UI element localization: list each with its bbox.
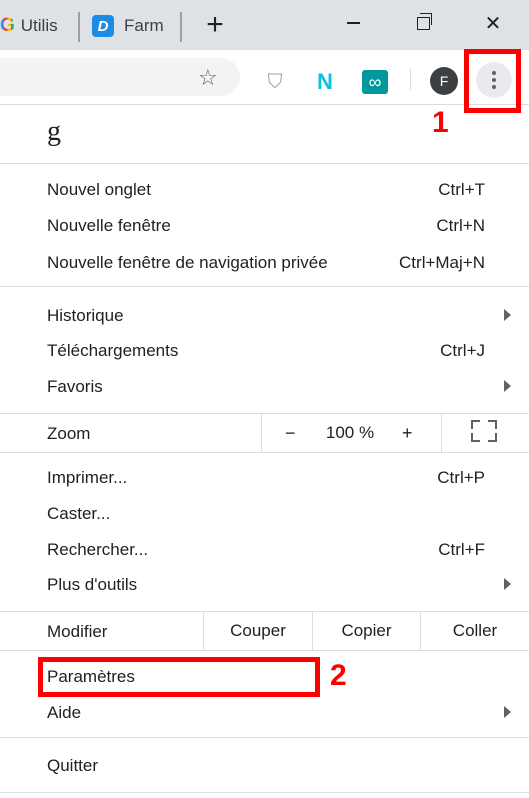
step-number-2: 2 — [330, 659, 347, 692]
bookmark-star-icon[interactable]: ☆ — [198, 67, 218, 89]
menu-item-downloads[interactable]: Téléchargements — [47, 341, 178, 361]
paste-button[interactable]: Coller — [421, 621, 529, 641]
shield-extension-icon[interactable]: ⛉ — [262, 70, 288, 94]
menu-item-history[interactable]: Historique — [47, 306, 124, 326]
highlight-box-menu-button — [464, 49, 521, 113]
menu-item-quit[interactable]: Quitter — [47, 756, 98, 776]
zoom-divider — [261, 414, 262, 452]
tab-label: Farm — [124, 16, 164, 35]
toolbar-divider — [410, 68, 411, 90]
submenu-arrow-icon — [504, 309, 511, 321]
menu-item-new-tab[interactable]: Nouvel onglet — [47, 180, 151, 200]
zoom-out-button[interactable]: − — [285, 423, 296, 444]
tab-divider — [78, 12, 80, 42]
menu-item-help[interactable]: Aide — [47, 703, 81, 723]
menu-separator — [0, 650, 529, 651]
tab-farm[interactable]: D Farm — [86, 8, 180, 44]
restore-icon — [416, 12, 432, 30]
close-icon: ✕ — [484, 12, 502, 35]
menu-item-print[interactable]: Imprimer... — [47, 468, 127, 488]
profile-initial: g — [47, 116, 61, 147]
minimize-button[interactable] — [330, 6, 376, 40]
submenu-arrow-icon — [504, 380, 511, 392]
n-extension-icon[interactable]: N — [312, 69, 338, 94]
fullscreen-icon[interactable] — [471, 420, 497, 442]
menu-item-new-window[interactable]: Nouvelle fenêtre — [47, 216, 171, 236]
copy-button[interactable]: Copier — [313, 621, 420, 641]
zoom-divider — [441, 414, 442, 452]
shortcut-new-tab: Ctrl+T — [438, 180, 485, 199]
menu-item-zoom: Zoom — [47, 424, 91, 443]
menu-separator — [0, 737, 529, 738]
menu-separator — [0, 452, 529, 453]
tab-label: Utilis — [20, 16, 58, 35]
menu-separator — [0, 611, 529, 612]
submenu-arrow-icon — [504, 578, 511, 590]
infinity-extension-icon[interactable]: ∞ — [362, 70, 388, 94]
profile-avatar[interactable]: F — [430, 67, 458, 95]
d-app-icon: D — [92, 15, 114, 37]
menu-item-edit: Modifier — [47, 622, 108, 641]
shortcut-find: Ctrl+F — [438, 540, 485, 559]
new-tab-button[interactable]: + — [200, 10, 230, 40]
menu-item-bookmarks[interactable]: Favoris — [47, 377, 103, 397]
tab-strip: G Utilis D Farm + ✕ — [0, 0, 529, 50]
corner — [471, 433, 480, 442]
google-g-icon: G — [0, 15, 15, 36]
maximize-button[interactable] — [400, 6, 446, 40]
menu-separator — [0, 163, 529, 164]
menu-separator — [0, 286, 529, 287]
tab-google[interactable]: G Utilis — [0, 8, 78, 44]
menu-separator — [0, 792, 529, 793]
cut-button[interactable]: Couper — [204, 621, 312, 641]
tab-divider — [180, 12, 182, 42]
highlight-box-settings — [38, 657, 320, 697]
close-button[interactable]: ✕ — [470, 6, 516, 40]
menu-separator — [0, 413, 529, 414]
corner — [471, 420, 480, 429]
shortcut-downloads: Ctrl+J — [440, 341, 485, 360]
menu-item-incognito[interactable]: Nouvelle fenêtre de navigation privée — [47, 253, 328, 273]
menu-item-more-tools[interactable]: Plus d'outils — [47, 575, 137, 595]
corner — [488, 420, 497, 429]
corner — [488, 433, 497, 442]
menu-item-cast[interactable]: Caster... — [47, 504, 110, 524]
browser-toolbar: ☆ ⛉ N ∞ F — [0, 50, 529, 105]
minimize-icon — [346, 22, 360, 24]
shortcut-print: Ctrl+P — [437, 468, 485, 487]
menu-item-find[interactable]: Rechercher... — [47, 540, 148, 560]
zoom-level: 100 % — [325, 423, 375, 442]
shortcut-new-window: Ctrl+N — [436, 216, 485, 235]
step-number-1: 1 — [432, 106, 449, 139]
shortcut-incognito: Ctrl+Maj+N — [399, 253, 485, 272]
submenu-arrow-icon — [504, 706, 511, 718]
zoom-in-button[interactable]: + — [402, 423, 413, 444]
